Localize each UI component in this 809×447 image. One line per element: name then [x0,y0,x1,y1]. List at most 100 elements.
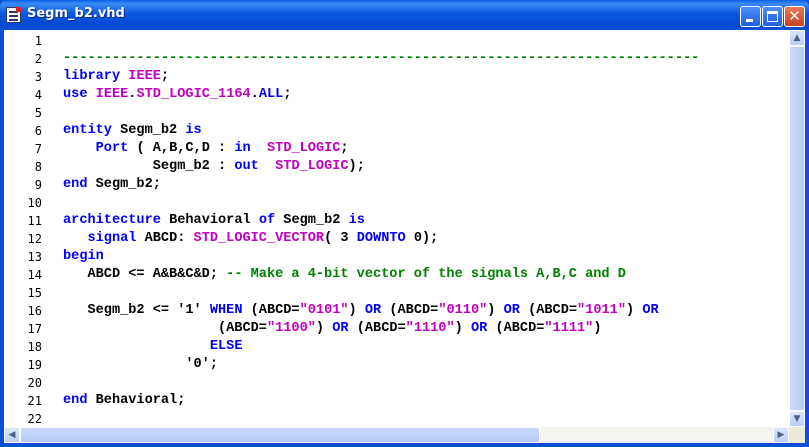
line-number: 2 [34,52,42,66]
scroll-up-button[interactable]: ▲ [789,30,805,46]
keyword-token: end [63,177,88,192]
code-line[interactable]: ----------------------------------------… [63,50,699,68]
code-editor[interactable]: ----------------------------------------… [50,30,789,427]
scroll-down-button[interactable]: ▼ [789,411,805,427]
code-token: ) [625,303,643,318]
code-line[interactable]: '0'; [63,356,218,374]
comment-token: ----------------------------------------… [63,51,700,66]
code-token: ; [340,141,349,156]
keyword-token: OR [332,321,349,336]
keyword-token: is [348,213,365,228]
arrow-down-icon: ▼ [793,414,801,424]
vertical-scroll-thumb[interactable] [789,46,805,411]
code-token: ) [593,321,602,336]
line-number: 13 [27,250,42,264]
arrow-left-icon: ◀ [8,430,16,440]
keyword-token: out [234,159,259,174]
line-number: 4 [34,88,42,102]
literal-token: "1110" [405,321,455,336]
maximize-button[interactable] [762,6,783,27]
editor-client-area: 1 2 3 4 5 6 7 8 9 10 11 12 13 14 15 16 17 18 19 20 21 22 ----… [4,30,805,443]
line-number: 16 [27,304,42,318]
code-token: ; [283,87,292,102]
code-line[interactable]: end Behavioral; [63,392,185,410]
code-token: Segm_b2 [111,123,186,138]
line-number: 12 [27,232,42,246]
code-line[interactable]: end Segm_b2; [63,176,161,194]
line-number: 18 [27,340,42,354]
code-line[interactable]: begin [63,248,104,266]
code-token: Behavioral; [87,393,186,408]
line-number-gutter: 1 2 3 4 5 6 7 8 9 10 11 12 13 14 15 16 17 18 19 20 21 22 [4,30,48,427]
code-token: ) [348,303,365,318]
keyword-token: library [63,69,121,84]
keyword-token: DOWNTO [356,231,406,246]
vertical-scrollbar[interactable]: ▲ ▼ [789,30,805,427]
code-line[interactable]: ELSE [63,338,243,356]
code-line[interactable]: (ABCD="1100") OR (ABCD="1110") OR (ABCD=… [63,320,602,338]
line-number: 9 [34,178,42,192]
code-line[interactable]: ABCD <= A&B&C&D; -- Make a 4-bit vector … [63,266,626,284]
code-line[interactable]: Segm_b2 : out STD_LOGIC); [63,158,365,176]
code-line[interactable]: architecture Behavioral of Segm_b2 is [63,212,365,230]
scroll-left-button[interactable]: ◀ [4,427,20,443]
keyword-token: OR [470,321,488,336]
line-number: 5 [34,106,42,120]
literal-token: STD_LOGIC_1164 [136,87,251,102]
code-token: ) [487,303,504,318]
code-token: (ABCD= [519,303,578,318]
code-token: Behavioral [160,213,259,228]
literal-token: STD_LOGIC [267,141,341,156]
code-line[interactable]: use IEEE.STD_LOGIC_1164.ALL; [63,86,292,104]
horizontal-scrollbar[interactable]: ◀ ▶ [4,427,789,443]
window-title: Segm_b2.vhd [27,6,125,21]
horizontal-scroll-thumb[interactable] [20,427,540,443]
line-number: 22 [27,412,42,426]
keyword-token: OR [364,303,382,318]
code-token: ABCD <= A&B&C&D; [63,267,227,282]
size-grip[interactable] [789,427,805,443]
scroll-right-button[interactable]: ▶ [773,427,789,443]
code-token: (ABCD= [348,321,406,336]
line-number: 14 [27,268,42,282]
keyword-token: of [258,213,276,228]
code-token: 0); [405,231,439,246]
code-token: . [250,87,259,102]
title-bar[interactable]: Segm_b2.vhd ✕ [0,0,809,30]
code-line[interactable]: Port ( A,B,C,D : in STD_LOGIC; [63,140,349,158]
document-icon[interactable] [6,7,21,23]
keyword-token: entity [63,123,112,138]
line-number: 19 [27,358,42,372]
code-token: ; [160,69,170,84]
code-line[interactable]: Segm_b2 <= '1' WHEN (ABCD="0101") OR (AB… [63,302,659,320]
code-line[interactable]: entity Segm_b2 is [63,122,202,140]
code-token: ) [454,321,471,336]
minimize-button[interactable] [740,6,761,27]
line-number: 17 [27,322,42,336]
literal-token: STD_LOGIC_VECTOR [193,231,325,246]
literal-token: IEEE [128,69,161,84]
keyword-token: WHEN [209,303,243,318]
line-number: 6 [34,124,42,138]
line-number: 3 [34,70,42,84]
code-line[interactable]: signal ABCD: STD_LOGIC_VECTOR( 3 DOWNTO … [63,230,438,248]
keyword-token: signal [87,231,137,246]
line-number: 7 [34,142,42,156]
code-token: Segm_b2 : [63,159,235,174]
editor-window: Segm_b2.vhd ✕ 1 2 3 4 5 6 7 8 9 10 11 12 13 14 15 16 17 1… [0,0,809,447]
code-token: ( 3 [324,231,357,246]
literal-token: "1011" [577,303,626,318]
keyword-token: Port [95,141,129,156]
code-line[interactable]: library IEEE; [63,68,169,86]
code-token: (ABCD= [63,321,267,336]
keyword-token: OR [642,303,659,318]
line-number: 10 [27,196,42,210]
close-button[interactable]: ✕ [784,6,805,27]
literal-token: IEEE [95,87,129,102]
comment-token: -- Make a 4-bit vector of the signals A,… [226,267,626,282]
